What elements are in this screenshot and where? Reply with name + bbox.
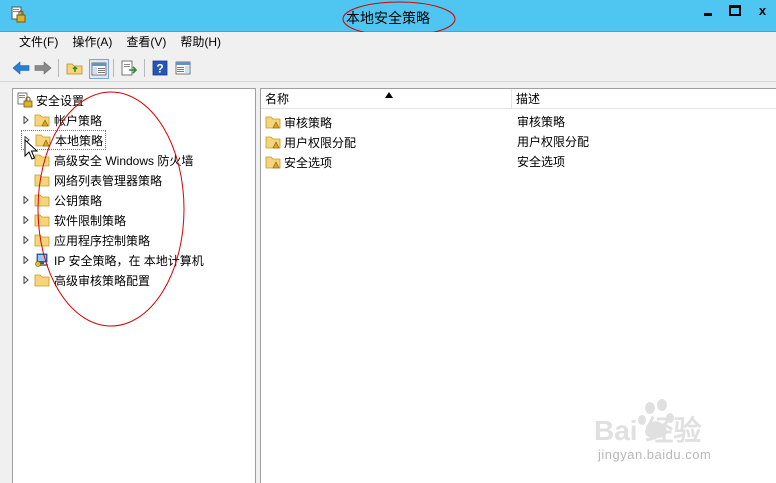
policy-folder-icon [34, 112, 51, 128]
list-item-description: 安全选项 [517, 155, 566, 169]
tree-item-label: 帐户策略 [54, 113, 103, 128]
expand-arrow-icon[interactable] [21, 195, 31, 205]
up-folder-icon[interactable] [66, 59, 84, 77]
watermark-url: jingyan.baidu.com [598, 447, 712, 462]
tree-item-software-restriction[interactable]: 软件限制策略 [21, 210, 126, 230]
list-item-audit-policy[interactable]: 审核策略 [265, 112, 332, 132]
show-hide-console-tree-icon[interactable] [89, 59, 109, 79]
watermark-logo: Bai 经验 [594, 414, 701, 446]
security-settings-icon [16, 92, 33, 108]
expand-arrow-icon[interactable] [21, 235, 31, 245]
expand-arrow-icon[interactable] [21, 275, 31, 285]
console-tree-pane[interactable]: 安全设置 帐户策略 本地策略 高级安全 Windows 防火墙 网络列表管理器策… [12, 88, 256, 483]
menu-help[interactable]: 帮助(H) [173, 32, 228, 53]
list-item-user-rights[interactable]: 用户权限分配 [265, 132, 356, 152]
menu-view[interactable]: 查看(V) [119, 32, 173, 53]
tree-item-app-control[interactable]: 应用程序控制策略 [21, 230, 150, 250]
list-item-security-options[interactable]: 安全选项 [265, 152, 332, 172]
tree-item-network-list-manager[interactable]: 网络列表管理器策略 [21, 170, 162, 190]
title-bar[interactable]: 本地安全策略 x [0, 0, 776, 37]
folder-icon [34, 172, 51, 188]
close-button[interactable]: x [749, 0, 776, 21]
toolbar-separator [144, 59, 145, 77]
sort-ascending-icon [385, 92, 393, 98]
toolbar-separator [58, 59, 59, 77]
svg-text:?: ? [156, 62, 163, 76]
tree-item-ip-security[interactable]: IP 安全策略，在 本地计算机 [21, 250, 204, 270]
list-item-name: 用户权限分配 [284, 135, 357, 150]
folder-icon [34, 232, 51, 248]
list-item-description: 审核策略 [517, 115, 566, 129]
minimize-icon [704, 13, 712, 16]
minimize-button[interactable] [695, 0, 721, 21]
tree-item-label: 高级安全 Windows 防火墙 [54, 153, 194, 168]
tree-item-public-key-policies[interactable]: 公钥策略 [21, 190, 102, 210]
tree-item-label: 高级审核策略配置 [54, 273, 151, 288]
tree-item-advanced-audit[interactable]: 高级审核策略配置 [21, 270, 150, 290]
network-computer-icon [34, 252, 51, 268]
close-icon: x [758, 3, 767, 18]
export-list-icon[interactable] [120, 59, 138, 77]
expand-arrow-icon[interactable] [21, 215, 31, 225]
tree-item-label: 软件限制策略 [54, 213, 127, 228]
menu-action[interactable]: 操作(A) [65, 32, 119, 53]
list-item-description: 用户权限分配 [517, 135, 590, 149]
tree-item-label: 网络列表管理器策略 [54, 173, 163, 188]
column-header-description[interactable]: 描述 [512, 89, 776, 109]
menu-bar: 文件(F) 操作(A) 查看(V) 帮助(H) [0, 32, 776, 53]
expand-arrow-icon[interactable] [21, 255, 31, 265]
policy-folder-icon [265, 114, 282, 130]
frame-left [0, 82, 12, 483]
tree-item-label: 应用程序控制策略 [54, 233, 151, 248]
menu-file[interactable]: 文件(F) [12, 32, 65, 53]
tree-root-security-settings[interactable]: 安全设置 [16, 90, 84, 110]
tree-item-label: 公钥策略 [54, 193, 103, 208]
folder-icon [34, 272, 51, 288]
policy-folder-icon [265, 154, 282, 170]
tree-item-account-policies[interactable]: 帐户策略 [21, 110, 102, 130]
toolbar: ? [0, 53, 776, 82]
back-arrow-icon[interactable] [12, 59, 30, 77]
folder-icon [34, 192, 51, 208]
policy-folder-icon [265, 134, 282, 150]
mouse-cursor-icon [24, 139, 38, 160]
list-item-name: 审核策略 [284, 115, 333, 130]
toolbar-separator [113, 59, 114, 77]
maximize-icon [729, 5, 741, 16]
tree-item-label: 本地策略 [55, 133, 104, 148]
maximize-button[interactable] [722, 0, 748, 21]
folder-icon [34, 212, 51, 228]
expand-arrow-icon[interactable] [21, 115, 31, 125]
forward-arrow-icon[interactable] [34, 59, 52, 77]
tree-item-advanced-firewall[interactable]: 高级安全 Windows 防火墙 [21, 150, 193, 170]
help-icon[interactable]: ? [151, 59, 169, 77]
list-item-name: 安全选项 [284, 155, 333, 170]
tree-root-label: 安全设置 [36, 93, 85, 108]
tree-item-label: IP 安全策略，在 本地计算机 [54, 253, 204, 268]
show-hide-action-pane-icon[interactable] [174, 59, 192, 77]
